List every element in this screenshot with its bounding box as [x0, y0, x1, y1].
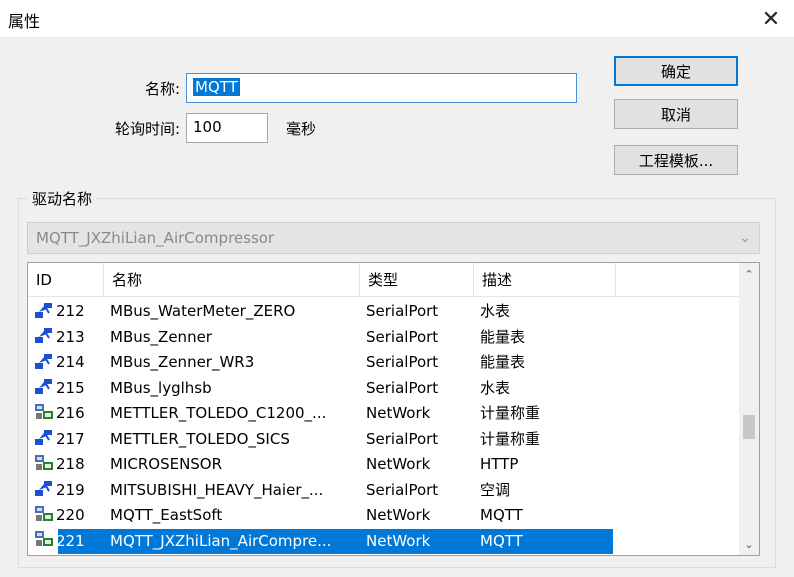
vertical-scrollbar[interactable]: ⌃ ⌄ [739, 263, 759, 555]
network-icon [34, 454, 54, 472]
scroll-up-icon[interactable]: ⌃ [739, 265, 759, 283]
close-icon[interactable]: ✕ [748, 0, 794, 38]
cell-desc: MQTT [480, 506, 523, 524]
name-input[interactable]: MQTT [186, 73, 577, 103]
cell-id: 213 [34, 325, 114, 351]
column-header-name[interactable]: 名称 [104, 263, 360, 297]
serialport-icon [34, 301, 54, 319]
column-header-type[interactable]: 类型 [360, 263, 474, 297]
column-header-desc[interactable]: 描述 [474, 263, 616, 297]
cell-desc: MQTT [480, 531, 523, 550]
ok-button[interactable]: 确定 [614, 56, 738, 86]
table-row[interactable]: 216 METTLER_TOLEDO_C1200_... NetWork 计量称… [28, 401, 740, 427]
cell-desc: 水表 [480, 302, 511, 320]
cell-name: MBus_Zenner_WR3 [110, 353, 255, 371]
cell-type: NetWork [366, 531, 431, 550]
cell-desc: 计量称重 [480, 404, 541, 422]
cell-type: SerialPort [366, 353, 439, 371]
network-icon [34, 530, 54, 548]
driver-group-label: 驱动名称 [28, 188, 97, 209]
table-row[interactable]: 213 MBus_Zenner SerialPort 能量表 [28, 325, 740, 351]
poll-interval-value: 100 [193, 118, 222, 136]
cell-id-text: 217 [56, 429, 85, 448]
table-row[interactable]: 221 MQTT_JXZhiLian_AirCompre... NetWork … [28, 528, 740, 555]
cell-id: 218 [34, 452, 114, 478]
list-header: ID 名称 类型 描述 [28, 263, 740, 297]
poll-interval-label: 轮询时间: [114, 120, 180, 138]
cell-id-text: 219 [56, 480, 85, 499]
cell-id-text: 215 [56, 378, 85, 397]
poll-unit-label: 毫秒 [286, 120, 317, 138]
driver-list[interactable]: ID 名称 类型 描述 212 MBus_WaterMeter_ZERO Ser… [27, 262, 760, 556]
scroll-thumb[interactable] [743, 415, 755, 439]
serialport-icon [34, 352, 54, 370]
serialport-icon [34, 326, 54, 344]
cell-desc: 计量称重 [480, 429, 541, 448]
cell-name: METTLER_TOLEDO_C1200_... [110, 404, 327, 422]
name-input-value: MQTT [193, 78, 240, 96]
cell-desc: 能量表 [480, 327, 526, 346]
poll-interval-input[interactable]: 100 [186, 113, 268, 143]
cell-id: 212 [34, 299, 114, 325]
cell-name: MBus_Zenner [110, 327, 212, 346]
cell-type: SerialPort [366, 429, 439, 448]
cell-id-text: 220 [56, 506, 85, 524]
scroll-down-icon[interactable]: ⌄ [739, 535, 759, 553]
table-row[interactable]: 218 MICROSENSOR NetWork HTTP [28, 452, 740, 478]
cell-desc: 空调 [480, 480, 511, 499]
cell-id: 220 [34, 503, 114, 529]
cell-id: 219 [34, 478, 114, 504]
cell-type: NetWork [366, 506, 431, 524]
cell-name: MITSUBISHI_HEAVY_Haier_... [110, 480, 324, 499]
cell-name: MQTT_EastSoft [110, 506, 223, 524]
cancel-button[interactable]: 取消 [614, 99, 738, 129]
cell-id-text: 218 [56, 455, 85, 473]
column-header-id[interactable]: ID [28, 263, 104, 297]
cell-id: 217 [34, 427, 114, 453]
serialport-icon [34, 377, 54, 395]
cell-name: MICROSENSOR [110, 455, 223, 473]
serialport-icon [34, 428, 54, 446]
cell-id-text: 212 [56, 302, 85, 320]
cell-name: MBus_lyglhsb [110, 378, 212, 397]
table-row[interactable]: 217 METTLER_TOLEDO_SICS SerialPort 计量称重 [28, 427, 740, 453]
table-row[interactable]: 219 MITSUBISHI_HEAVY_Haier_... SerialPor… [28, 478, 740, 504]
network-icon [34, 403, 54, 421]
title-bar: 属性 ✕ [0, 0, 794, 38]
table-row[interactable]: 214 MBus_Zenner_WR3 SerialPort 能量表 [28, 350, 740, 376]
cell-desc: HTTP [480, 455, 519, 473]
cell-id-text: 216 [56, 404, 85, 422]
cell-name: MBus_WaterMeter_ZERO [110, 302, 296, 320]
cell-id: 215 [34, 376, 114, 402]
cell-id: 216 [34, 401, 114, 427]
driver-select-value: MQTT_JXZhiLian_AirCompressor [36, 229, 275, 247]
cell-type: SerialPort [366, 327, 439, 346]
cell-name: MQTT_JXZhiLian_AirCompre... [110, 531, 332, 550]
chevron-down-icon: ⌄ [739, 230, 751, 246]
cell-desc: 水表 [480, 378, 511, 397]
cell-type: NetWork [366, 404, 431, 422]
name-label: 名称: [144, 80, 180, 98]
table-row[interactable]: 215 MBus_lyglhsb SerialPort 水表 [28, 376, 740, 402]
cell-desc: 能量表 [480, 353, 526, 371]
cell-type: SerialPort [366, 480, 439, 499]
cell-type: SerialPort [366, 302, 439, 320]
cell-id-text: 214 [56, 353, 85, 371]
table-row[interactable]: 212 MBus_WaterMeter_ZERO SerialPort 水表 [28, 299, 740, 325]
driver-select[interactable]: MQTT_JXZhiLian_AirCompressor ⌄ [27, 222, 760, 254]
network-icon [34, 505, 54, 523]
cell-type: NetWork [366, 455, 431, 473]
cell-id: 221 [34, 529, 114, 555]
cell-id-text: 221 [56, 531, 85, 550]
cell-name: METTLER_TOLEDO_SICS [110, 429, 290, 448]
cell-id: 214 [34, 350, 114, 376]
project-template-button[interactable]: 工程模板... [614, 145, 738, 175]
list-rows: 212 MBus_WaterMeter_ZERO SerialPort 水表 2… [28, 299, 740, 554]
cell-id-text: 213 [56, 327, 85, 346]
window-title: 属性 [8, 12, 41, 31]
serialport-icon [34, 479, 54, 497]
table-row[interactable]: 220 MQTT_EastSoft NetWork MQTT [28, 503, 740, 529]
cell-type: SerialPort [366, 378, 439, 397]
